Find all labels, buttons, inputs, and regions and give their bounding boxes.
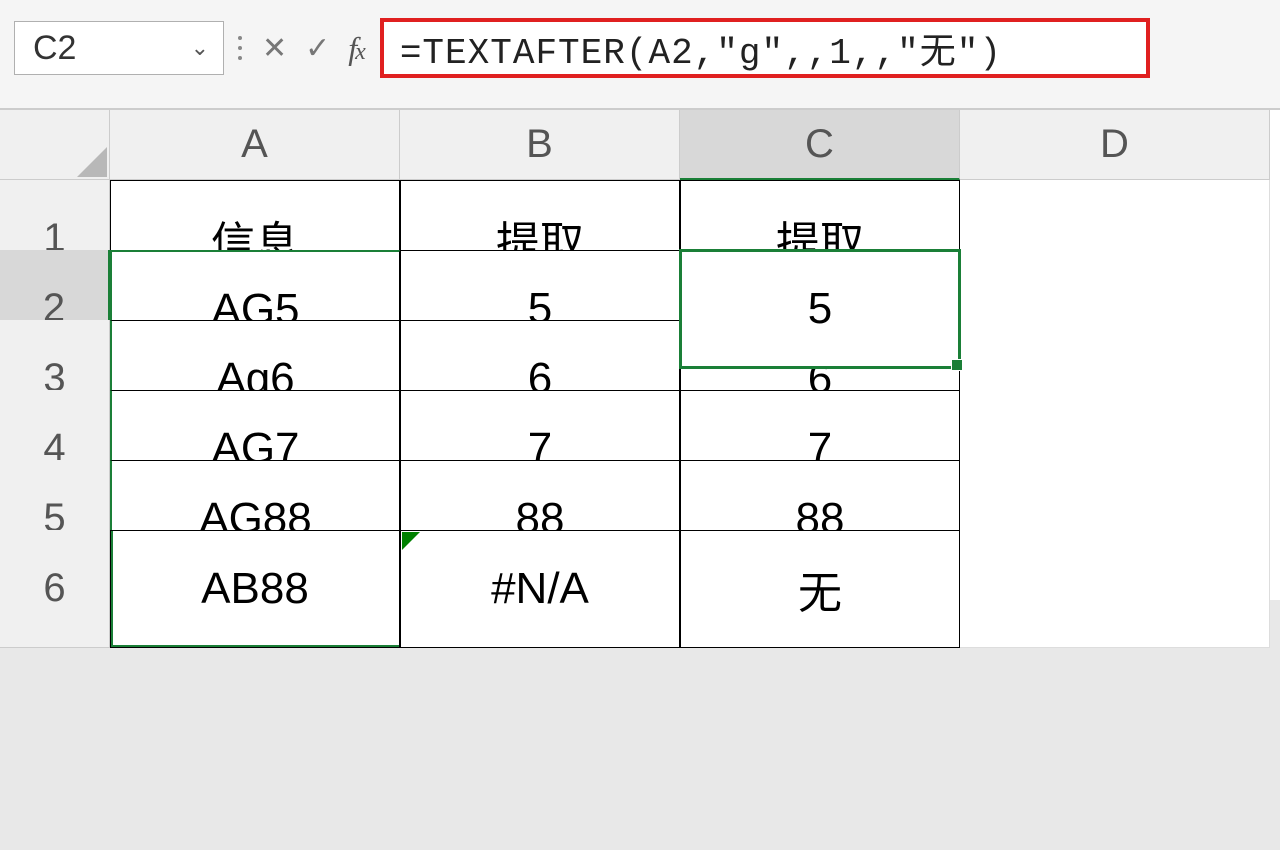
cell-b6[interactable]: #N/A bbox=[400, 530, 680, 648]
formula-bar: C2 ⌄ ✕ ✓ fx =TEXTAFTER(A2,"g",,1,,"无") bbox=[0, 0, 1280, 109]
col-header-d[interactable]: D bbox=[960, 110, 1270, 180]
name-box[interactable]: C2 ⌄ bbox=[14, 21, 224, 75]
name-box-value: C2 bbox=[33, 29, 76, 68]
cell-a6[interactable]: AB88 bbox=[110, 530, 400, 648]
formula-input[interactable]: =TEXTAFTER(A2,"g",,1,,"无") bbox=[380, 18, 1150, 78]
select-all-corner[interactable] bbox=[0, 110, 110, 180]
col-header-c[interactable]: C bbox=[680, 110, 960, 180]
cell-c2[interactable]: 5 bbox=[680, 250, 960, 368]
row-header-6[interactable]: 6 bbox=[0, 530, 110, 648]
divider-icon bbox=[238, 36, 242, 60]
spreadsheet-grid[interactable]: A B C D 1 信息 提取 提取 2 AG5 5 5 3 Ag6 6 6 4… bbox=[0, 109, 1280, 600]
col-header-a[interactable]: A bbox=[110, 110, 400, 180]
formula-controls: ✕ ✓ fx bbox=[256, 30, 370, 67]
cell-d6[interactable] bbox=[960, 530, 1270, 648]
cancel-icon[interactable]: ✕ bbox=[262, 31, 287, 66]
chevron-down-icon[interactable]: ⌄ bbox=[191, 35, 209, 61]
formula-text: =TEXTAFTER(A2,"g",,1,,"无") bbox=[400, 22, 1002, 74]
fx-icon[interactable]: fx bbox=[348, 30, 364, 67]
col-header-b[interactable]: B bbox=[400, 110, 680, 180]
confirm-icon[interactable]: ✓ bbox=[305, 31, 330, 66]
cell-c6[interactable]: 无 bbox=[680, 530, 960, 648]
